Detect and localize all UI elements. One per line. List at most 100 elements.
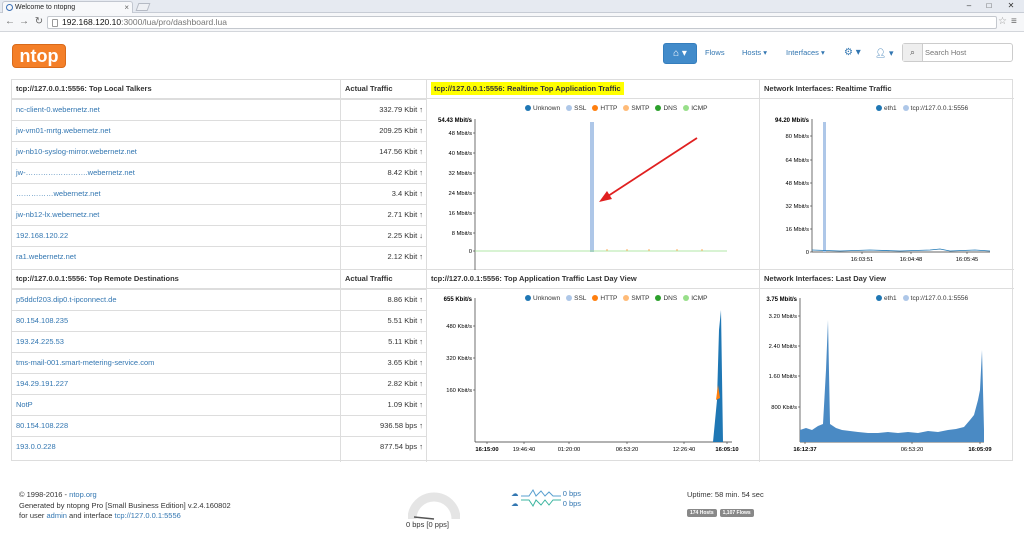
- footer-info: © 1998-2016 - ntop.org Generated by ntop…: [19, 490, 231, 522]
- top-remote-traffic-col: Actual Traffic 8.86 Kbit ↑ 5.51 Kbit ↑ 5.1…: [341, 270, 427, 462]
- flows-badge[interactable]: 1,107 Flows: [719, 509, 754, 517]
- table-row: jw-…………………….webernetz.net: [12, 162, 341, 183]
- forward-icon[interactable]: →: [18, 16, 30, 28]
- realtime-app-header: tcp://127.0.0.1:5556: Realtime Top Appli…: [427, 80, 759, 99]
- gauge-arc: [408, 492, 460, 520]
- search-icon[interactable]: ⌕: [903, 44, 923, 61]
- gear-icon: ⚙: [844, 47, 853, 58]
- tab-close-icon[interactable]: ×: [124, 2, 129, 13]
- nav-user[interactable]: 👤︎ ▾: [875, 42, 893, 64]
- host-link[interactable]: jw-…………………….webernetz.net: [12, 168, 135, 177]
- iface-link[interactable]: tcp://127.0.0.1:5556: [114, 511, 180, 520]
- x-tick-label: 12:26:40: [673, 447, 696, 453]
- traffic-sparklines: ☁ 0 bps ☁ 0 bps: [511, 489, 581, 509]
- y-tick-label: 0: [469, 249, 472, 255]
- tab-title: Welcome to ntopng: [15, 4, 76, 11]
- home-button[interactable]: ⌂ ▾: [663, 43, 697, 64]
- upload-icon: ☁: [511, 489, 519, 498]
- generated-by-text: Generated by ntopng Pro [Small Business …: [19, 500, 231, 510]
- traffic-value: 3.4 Kbit ↑: [391, 189, 423, 198]
- traffic-cell: 2.25 Kbit ↓: [341, 225, 427, 246]
- y-tick-label: 16 Mbit/s: [785, 227, 809, 233]
- realtime-app-panel: tcp://127.0.0.1:5556: Realtime Top Appli…: [427, 80, 760, 270]
- top-local-col-header: Actual Traffic: [341, 80, 426, 99]
- ntop-logo[interactable]: ntop: [12, 44, 66, 68]
- user-link[interactable]: admin: [47, 511, 67, 520]
- traffic-value: 2.12 Kbit ↑: [387, 252, 423, 261]
- y-tick-label: 32 Mbit/s: [448, 171, 472, 177]
- realtime-app-chart: 54.43 Mbit/s 48 Mbit/s 40 Mbit/s 32 Mbit/s 2…: [438, 118, 727, 270]
- y-tick-label: 40 Mbit/s: [448, 151, 472, 157]
- nav-settings[interactable]: ⚙ ▾: [844, 42, 861, 64]
- bookmark-star-icon[interactable]: ☆: [998, 16, 1007, 27]
- traffic-cell: 936.58 bps ↑: [341, 415, 427, 436]
- arrow-up-icon: ↑: [419, 358, 423, 367]
- arrow-up-icon: ↑: [419, 126, 423, 135]
- table-row: 192.168.120.22: [12, 225, 341, 246]
- and-iface-text: and interface: [66, 511, 115, 520]
- nav-flows[interactable]: Flows: [705, 42, 725, 64]
- host-link[interactable]: 80.154.108.228: [12, 421, 68, 430]
- host-link[interactable]: ra1.webernetz.net: [12, 252, 76, 261]
- y-tick-label: 48 Mbit/s: [785, 181, 809, 187]
- y-tick-label: 800 Kbit/s: [771, 405, 797, 411]
- arrow-up-icon: ↑: [419, 442, 423, 451]
- traffic-cell: 209.25 Kbit ↑: [341, 120, 427, 141]
- browser-toolbar: ← → ↻ 192.168.120.10:3000/lua/pro/dashbo…: [0, 13, 1024, 32]
- x-tick-label: 16:04:48: [900, 257, 923, 263]
- uptime-text: Uptime: 58 min. 54 sec: [687, 490, 764, 499]
- ntop-org-link[interactable]: ntop.org: [69, 490, 97, 499]
- nav-interfaces[interactable]: Interfaces ▾: [786, 42, 825, 64]
- address-bar[interactable]: 192.168.120.10:3000/lua/pro/dashboard.lu…: [47, 16, 997, 29]
- host-link[interactable]: tms-mail-001.smart-metering-service.com: [12, 358, 154, 367]
- data-point: [606, 249, 608, 251]
- y-max-label: 94.20 Mbit/s: [775, 118, 810, 124]
- y-tick-label: 16 Mbit/s: [448, 211, 472, 217]
- data-point: [648, 249, 650, 251]
- user-icon: 👤︎: [875, 48, 887, 58]
- reload-icon[interactable]: ↻: [33, 16, 45, 28]
- host-link[interactable]: NotP: [12, 400, 33, 409]
- traffic-value: 877.54 bps ↑: [380, 442, 423, 451]
- table-row: jw-nb12-lx.webernetz.net: [12, 204, 341, 225]
- minimize-icon[interactable]: –: [960, 0, 978, 12]
- new-tab-button[interactable]: [135, 3, 151, 11]
- x-tick-label: 16:15:00: [475, 447, 498, 453]
- unknown-area: [713, 310, 723, 442]
- maximize-icon[interactable]: □: [980, 0, 998, 12]
- browser-tab[interactable]: Welcome to ntopng ×: [2, 1, 133, 13]
- back-icon[interactable]: ←: [4, 16, 16, 28]
- host-link[interactable]: jw-nb10-syslog-mirror.webernetz.net: [12, 147, 137, 156]
- arrow-up-icon: ↑: [419, 421, 423, 430]
- host-link[interactable]: jw-vm01-mrtg.webernetz.net: [12, 126, 111, 135]
- traffic-value: 5.11 Kbit ↑: [388, 337, 423, 346]
- host-link[interactable]: nc-client-0.webernetz.net: [12, 105, 100, 114]
- top-local-traffic-col: Actual Traffic 332.79 Kbit ↑ 209.25 Kbit …: [341, 80, 427, 270]
- traffic-value: 936.58 bps ↑: [380, 421, 423, 430]
- close-window-icon[interactable]: ✕: [1000, 0, 1022, 12]
- host-link[interactable]: 194.29.191.227: [12, 379, 68, 388]
- host-link[interactable]: 193.0.0.228: [12, 442, 56, 451]
- hosts-badge[interactable]: 174 Hosts: [687, 509, 717, 517]
- arrow-up-icon: ↑: [419, 168, 423, 177]
- browser-menu-icon[interactable]: ≡: [1011, 16, 1017, 27]
- table-row: 80.154.108.235: [12, 310, 341, 331]
- search-input[interactable]: [925, 46, 1010, 59]
- realtime-app-title: tcp://127.0.0.1:5556: Realtime Top Appli…: [431, 82, 624, 95]
- dashboard-grid: tcp://127.0.0.1:5556: Top Local Talkers …: [11, 79, 1014, 462]
- browser-tab-strip: Welcome to ntopng × – □ ✕: [0, 0, 1024, 13]
- host-link[interactable]: jw-nb12-lx.webernetz.net: [12, 210, 99, 219]
- host-link[interactable]: 193.24.225.53: [12, 337, 64, 346]
- host-link[interactable]: ……………webernetz.net: [12, 189, 101, 198]
- arrow-up-icon: ↑: [419, 295, 423, 304]
- host-link[interactable]: p5ddcf203.dip0.t-ipconnect.de: [12, 295, 117, 304]
- url-path: :3000/lua/pro/dashboard.lua: [121, 17, 227, 27]
- nav-hosts[interactable]: Hosts ▾: [742, 42, 767, 64]
- host-link[interactable]: 80.154.108.235: [12, 316, 68, 325]
- y-tick-label: 32 Mbit/s: [785, 204, 809, 210]
- data-point: [626, 249, 628, 251]
- search-box: ⌕: [902, 43, 1013, 62]
- arrow-up-icon: ↑: [419, 316, 423, 325]
- host-link[interactable]: 192.168.120.22: [12, 231, 68, 240]
- y-tick-label: 8 Mbit/s: [452, 231, 472, 237]
